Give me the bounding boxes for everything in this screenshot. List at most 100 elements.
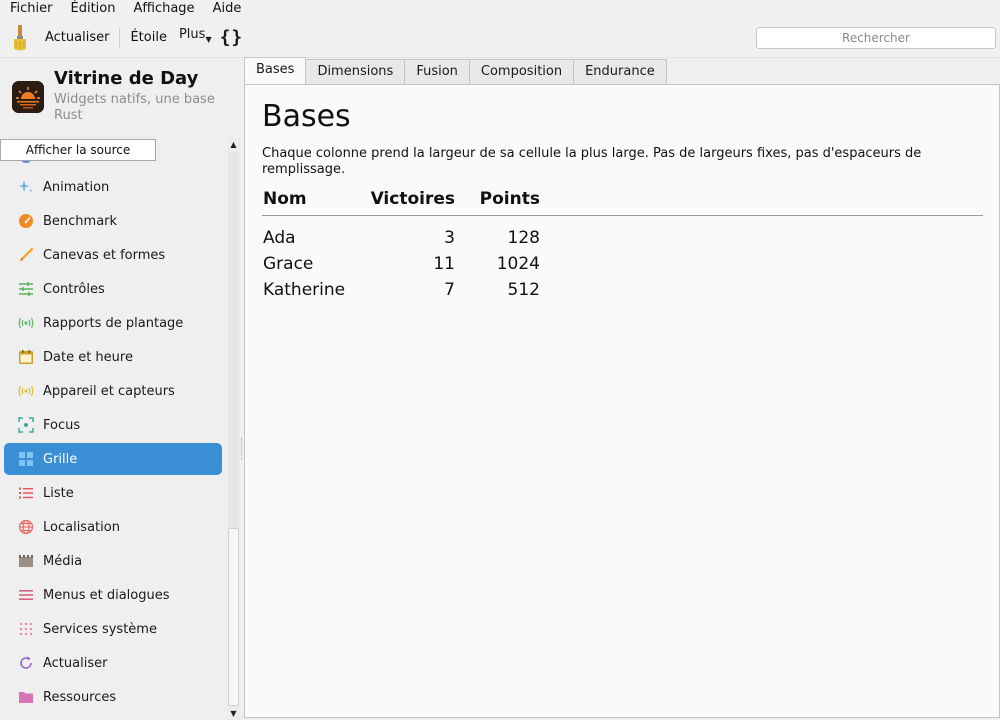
sidebar-nav: Animation Benchmark Canevas et formes Co… — [0, 155, 227, 720]
sidebar-item-system-services[interactable]: Services système — [4, 613, 222, 645]
table-row: Ada 3 128 — [262, 222, 983, 248]
table-row: Katherine 7 512 — [262, 274, 983, 300]
menu-affichage[interactable]: Affichage — [124, 0, 203, 18]
toolbar-separator — [119, 27, 121, 48]
sidebar-item-canvas[interactable]: Canevas et formes — [4, 239, 222, 271]
tab-dimensions[interactable]: Dimensions — [305, 59, 406, 84]
sidebar-item-menus-dialogs[interactable]: Menus et dialogues — [4, 579, 222, 611]
column-header-wins: Victoires — [370, 189, 455, 209]
sidebar-item-label: Contrôles — [43, 281, 105, 297]
scroll-up-arrow-icon[interactable]: ▲ — [227, 138, 240, 151]
page-description: Chaque colonne prend la largeur de sa ce… — [262, 146, 922, 177]
menu-fichier[interactable]: Fichier — [0, 0, 62, 18]
sidebar-item-label: Canevas et formes — [43, 247, 166, 263]
refresh-icon — [18, 655, 34, 671]
tab-fusion[interactable]: Fusion — [404, 59, 470, 84]
tab-bar: Bases Dimensions Fusion Composition Endu… — [244, 57, 667, 84]
braces-button[interactable]: {} — [220, 27, 244, 48]
tab-endurance[interactable]: Endurance — [573, 59, 667, 84]
sliders-icon — [18, 281, 34, 297]
content-panel: Bases Chaque colonne prend la largeur de… — [244, 84, 1000, 718]
sidebar-item-controls[interactable]: Contrôles — [4, 273, 222, 305]
sidebar-item-label: Services système — [43, 621, 157, 637]
sidebar-item-resources[interactable]: Ressources — [4, 681, 222, 713]
sidebar-item-grid[interactable]: Grille — [4, 443, 222, 475]
search-input[interactable] — [756, 27, 996, 49]
cell-wins: 11 — [433, 254, 455, 274]
sidebar-item-label: Liste — [43, 485, 74, 501]
toolbar: Actualiser Étoile Plus▼ {} — [0, 18, 1000, 58]
refresh-button[interactable]: Actualiser — [39, 25, 115, 51]
table-row: Grace 11 1024 — [262, 248, 983, 274]
sidebar-scrollbar[interactable]: ▲ ▼ — [227, 138, 240, 720]
sidebar-item-label: Animation — [43, 179, 110, 195]
sidebar-item-localisation[interactable]: Localisation — [4, 511, 222, 543]
cell-name: Grace — [263, 254, 314, 274]
sidebar-item-label: Date et heure — [43, 349, 133, 365]
column-header-name: Nom — [263, 189, 307, 209]
dots-grid-icon — [18, 621, 34, 637]
film-icon — [18, 553, 34, 569]
star-button[interactable]: Étoile — [124, 25, 173, 51]
sparkle-icon — [18, 179, 34, 195]
menu-aide[interactable]: Aide — [204, 0, 251, 18]
app-subtitle: Widgets natifs, une base Rust — [54, 92, 215, 123]
brush-icon — [18, 247, 34, 263]
show-source-button[interactable]: Afficher la source — [0, 139, 156, 161]
cell-name: Ada — [263, 228, 296, 248]
sidebar-item-label: Grille — [43, 451, 78, 467]
sidebar-item-label: Focus — [43, 417, 81, 433]
sidebar-item-device-sensors[interactable]: Appareil et capteurs — [4, 375, 222, 407]
sidebar-item-label: Actualiser — [43, 655, 108, 671]
more-menu-label: Plus — [178, 27, 206, 42]
focus-icon — [18, 417, 34, 433]
cell-points: 128 — [507, 228, 540, 248]
sunset-logo-icon — [12, 81, 44, 113]
scrollbar-thumb[interactable] — [228, 528, 239, 706]
sidebar-item-list[interactable]: Liste — [4, 477, 222, 509]
sidebar-item-label: Localisation — [43, 519, 120, 535]
sidebar-item-refresh[interactable]: Actualiser — [4, 647, 222, 679]
chevron-down-icon: ▼ — [205, 35, 212, 44]
scroll-down-arrow-icon[interactable]: ▼ — [227, 707, 240, 720]
sidebar-item-label: Appareil et capteurs — [43, 383, 175, 399]
cell-wins: 3 — [444, 228, 455, 248]
sidebar-item-focus[interactable]: Focus — [4, 409, 222, 441]
sidebar-item-label: Menus et dialogues — [43, 587, 170, 603]
list-icon — [18, 485, 34, 501]
app-title: Vitrine de Day — [54, 68, 199, 89]
page-title: Bases — [262, 99, 351, 134]
grid-table: Nom Victoires Points Ada 3 128 Grace 11 … — [262, 185, 983, 300]
sidebar-item-label: Ressources — [43, 689, 117, 705]
folder-icon — [18, 689, 34, 705]
cell-points: 1024 — [496, 254, 540, 274]
globe-icon — [18, 519, 34, 535]
sidebar-item-label: Rapports de plantage — [43, 315, 184, 331]
gauge-icon — [18, 213, 34, 229]
sidebar-item-label: Média — [43, 553, 83, 569]
menu-icon — [18, 587, 34, 603]
paintbrush-icon[interactable] — [9, 24, 31, 51]
tab-composition[interactable]: Composition — [468, 59, 575, 84]
cell-points: 512 — [507, 280, 540, 300]
cell-name: Katherine — [263, 280, 346, 300]
tab-bases[interactable]: Bases — [244, 57, 307, 84]
column-header-points: Points — [479, 189, 540, 209]
sensor-icon — [18, 383, 34, 399]
broadcast-icon — [18, 315, 34, 331]
menu-edition[interactable]: Édition — [62, 0, 125, 18]
table-header: Nom Victoires Points — [262, 185, 983, 216]
sidebar-item-crash-reports[interactable]: Rapports de plantage — [4, 307, 222, 339]
sidebar-item-media[interactable]: Média — [4, 545, 222, 577]
sidebar-item-benchmark[interactable]: Benchmark — [4, 205, 222, 237]
more-menu-button[interactable]: Plus▼ — [173, 22, 216, 53]
sidebar-item-animation[interactable]: Animation — [4, 171, 222, 203]
menu-bar: Fichier Édition Affichage Aide — [0, 0, 1000, 18]
sidebar-item-datetime[interactable]: Date et heure — [4, 341, 222, 373]
sidebar: Vitrine de Day Widgets natifs, une base … — [0, 58, 243, 720]
calendar-icon — [18, 349, 34, 365]
splitter-handle[interactable] — [241, 438, 243, 460]
cell-wins: 7 — [444, 280, 455, 300]
sidebar-item-label: Benchmark — [43, 213, 118, 229]
grid-icon — [18, 451, 34, 467]
